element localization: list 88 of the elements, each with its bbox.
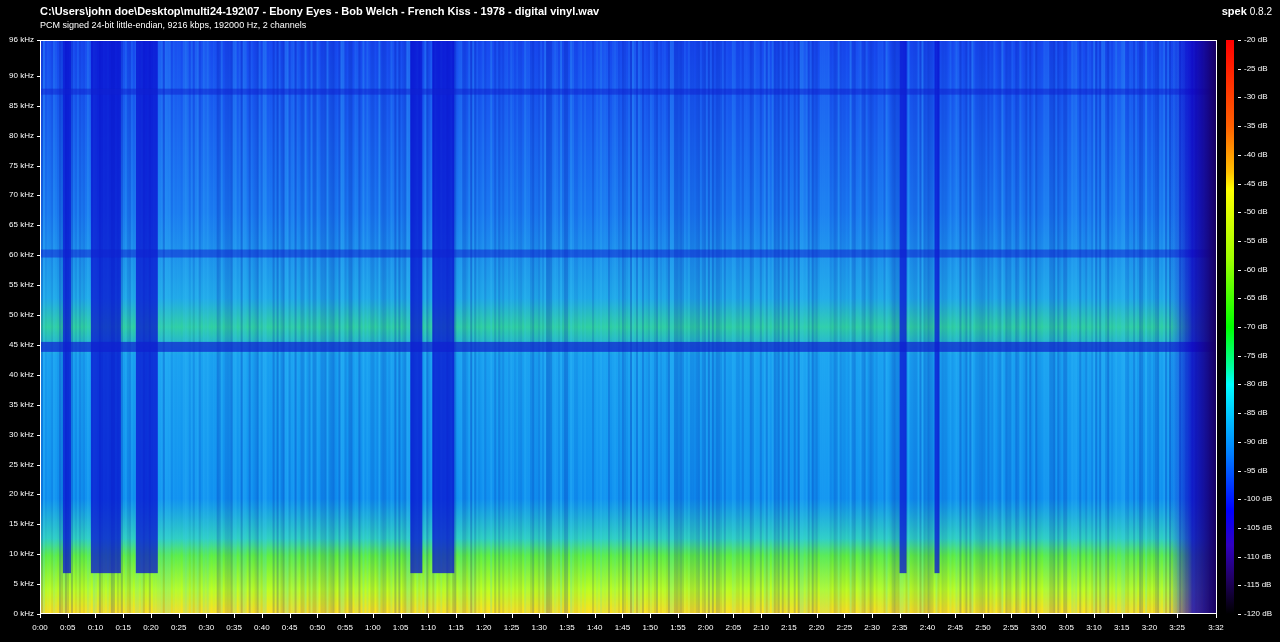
time-label: 1:35 xyxy=(558,623,576,633)
frequency-label: 60 kHz xyxy=(9,250,34,261)
decibel-label: -35 dB xyxy=(1244,121,1268,132)
decibel-label: -110 dB xyxy=(1244,551,1272,562)
time-label: 3:25 xyxy=(1168,623,1186,633)
time-label: 0:30 xyxy=(197,623,216,633)
time-label: 1:30 xyxy=(530,623,548,633)
app-name: spek xyxy=(1221,5,1247,17)
time-label: 2:40 xyxy=(918,623,937,633)
time-label: 3:15 xyxy=(1112,623,1131,633)
time-label: 2:50 xyxy=(974,623,992,633)
time-label: 2:05 xyxy=(724,623,743,633)
frequency-label: 85 kHz xyxy=(9,100,34,111)
frequency-label: 45 kHz xyxy=(9,339,34,350)
time-label: 1:55 xyxy=(669,623,687,633)
decibel-label: -20 dB xyxy=(1244,35,1268,45)
time-label: 2:20 xyxy=(807,623,826,633)
time-label: 2:55 xyxy=(1001,623,1020,633)
decibel-label: -75 dB xyxy=(1244,350,1268,361)
time-label: 3:10 xyxy=(1085,623,1103,633)
time-label: 0:45 xyxy=(280,623,299,633)
decibel-label: -60 dB xyxy=(1244,264,1268,275)
decibel-label: -40 dB xyxy=(1244,149,1268,160)
decibel-label: -100 dB xyxy=(1244,494,1273,505)
audio-format-info: PCM signed 24-bit little-endian, 9216 kbps, 192000 Hz, 2 channels xyxy=(40,20,308,30)
frequency-label: 5 kHz xyxy=(13,579,34,590)
time-label: 1:50 xyxy=(641,623,659,633)
frequency-label: 75 kHz xyxy=(9,160,34,171)
time-label: 3:05 xyxy=(1057,623,1075,633)
time-label: 1:40 xyxy=(585,623,604,633)
time-label: 1:00 xyxy=(364,623,382,633)
time-label: 1:10 xyxy=(419,623,438,633)
decibel-label: -25 dB xyxy=(1244,63,1268,74)
decibel-label: -90 dB xyxy=(1244,436,1268,447)
decibel-label: -55 dB xyxy=(1244,235,1268,246)
time-label: 3:00 xyxy=(1029,623,1048,633)
time-label: 0:40 xyxy=(253,623,271,633)
app-version: 0.8.2 xyxy=(1249,6,1272,17)
time-label: 3:32 xyxy=(1207,623,1225,633)
frequency-label: 90 kHz xyxy=(9,70,34,81)
decibel-label: -30 dB xyxy=(1244,92,1268,103)
time-label: 1:45 xyxy=(613,623,632,633)
decibel-label: -45 dB xyxy=(1244,178,1268,189)
frequency-label: 0 kHz xyxy=(13,609,34,619)
decibel-label: -70 dB xyxy=(1244,322,1268,332)
time-label: 0:55 xyxy=(336,623,354,633)
time-label: 1:25 xyxy=(502,623,521,633)
time-label: 0:20 xyxy=(142,623,160,633)
decibel-label: -120 dB xyxy=(1244,609,1273,619)
frequency-label: 10 kHz xyxy=(9,549,34,560)
time-label: 1:20 xyxy=(474,623,493,633)
time-label: 1:15 xyxy=(447,623,465,633)
time-label: 0:25 xyxy=(169,623,188,633)
frequency-label: 70 kHz xyxy=(9,190,34,201)
decibel-label: -105 dB xyxy=(1244,522,1273,533)
time-label: 0:50 xyxy=(308,623,327,633)
time-label: 2:45 xyxy=(946,623,965,633)
frequency-label: 20 kHz xyxy=(9,489,34,500)
time-label: 0:15 xyxy=(114,623,132,633)
frequency-label: 25 kHz xyxy=(9,459,34,470)
frequency-label: 40 kHz xyxy=(9,369,34,380)
time-label: 2:00 xyxy=(696,623,715,633)
time-label: 2:35 xyxy=(891,623,909,633)
decibel-label: -115 dB xyxy=(1244,580,1272,591)
file-path-title: C:\Users\john doe\Desktop\multi24-192\07 - Ebony Eyes - Bob Welch - French Kiss - 1978 - digital vinyl.wav xyxy=(40,5,600,17)
frequency-label: 55 kHz xyxy=(9,280,34,291)
time-label: 3:20 xyxy=(1140,623,1159,633)
time-label: 0:05 xyxy=(58,623,77,633)
frequency-label: 96 kHz xyxy=(9,35,34,45)
frequency-label: 35 kHz xyxy=(9,399,34,410)
time-label: 2:15 xyxy=(780,623,798,633)
frequency-label: 50 kHz xyxy=(9,310,34,321)
decibel-label: -50 dB xyxy=(1244,207,1268,218)
frequency-label: 65 kHz xyxy=(9,220,34,231)
frequency-label: 15 kHz xyxy=(9,519,34,530)
decibel-label: -95 dB xyxy=(1244,465,1268,476)
time-label: 0:00 xyxy=(31,623,49,633)
frequency-label: 80 kHz xyxy=(9,130,34,141)
time-label: 0:10 xyxy=(86,623,105,633)
time-label: 1:05 xyxy=(391,623,410,633)
time-label: 2:10 xyxy=(752,623,770,633)
time-label: 0:35 xyxy=(225,623,243,633)
decibel-label: -65 dB xyxy=(1244,293,1268,304)
time-label: 2:30 xyxy=(863,623,881,633)
decibel-label: -85 dB xyxy=(1244,408,1268,419)
decibel-label: -80 dB xyxy=(1244,379,1268,390)
time-label: 2:25 xyxy=(835,623,854,633)
frequency-label: 30 kHz xyxy=(9,429,34,440)
